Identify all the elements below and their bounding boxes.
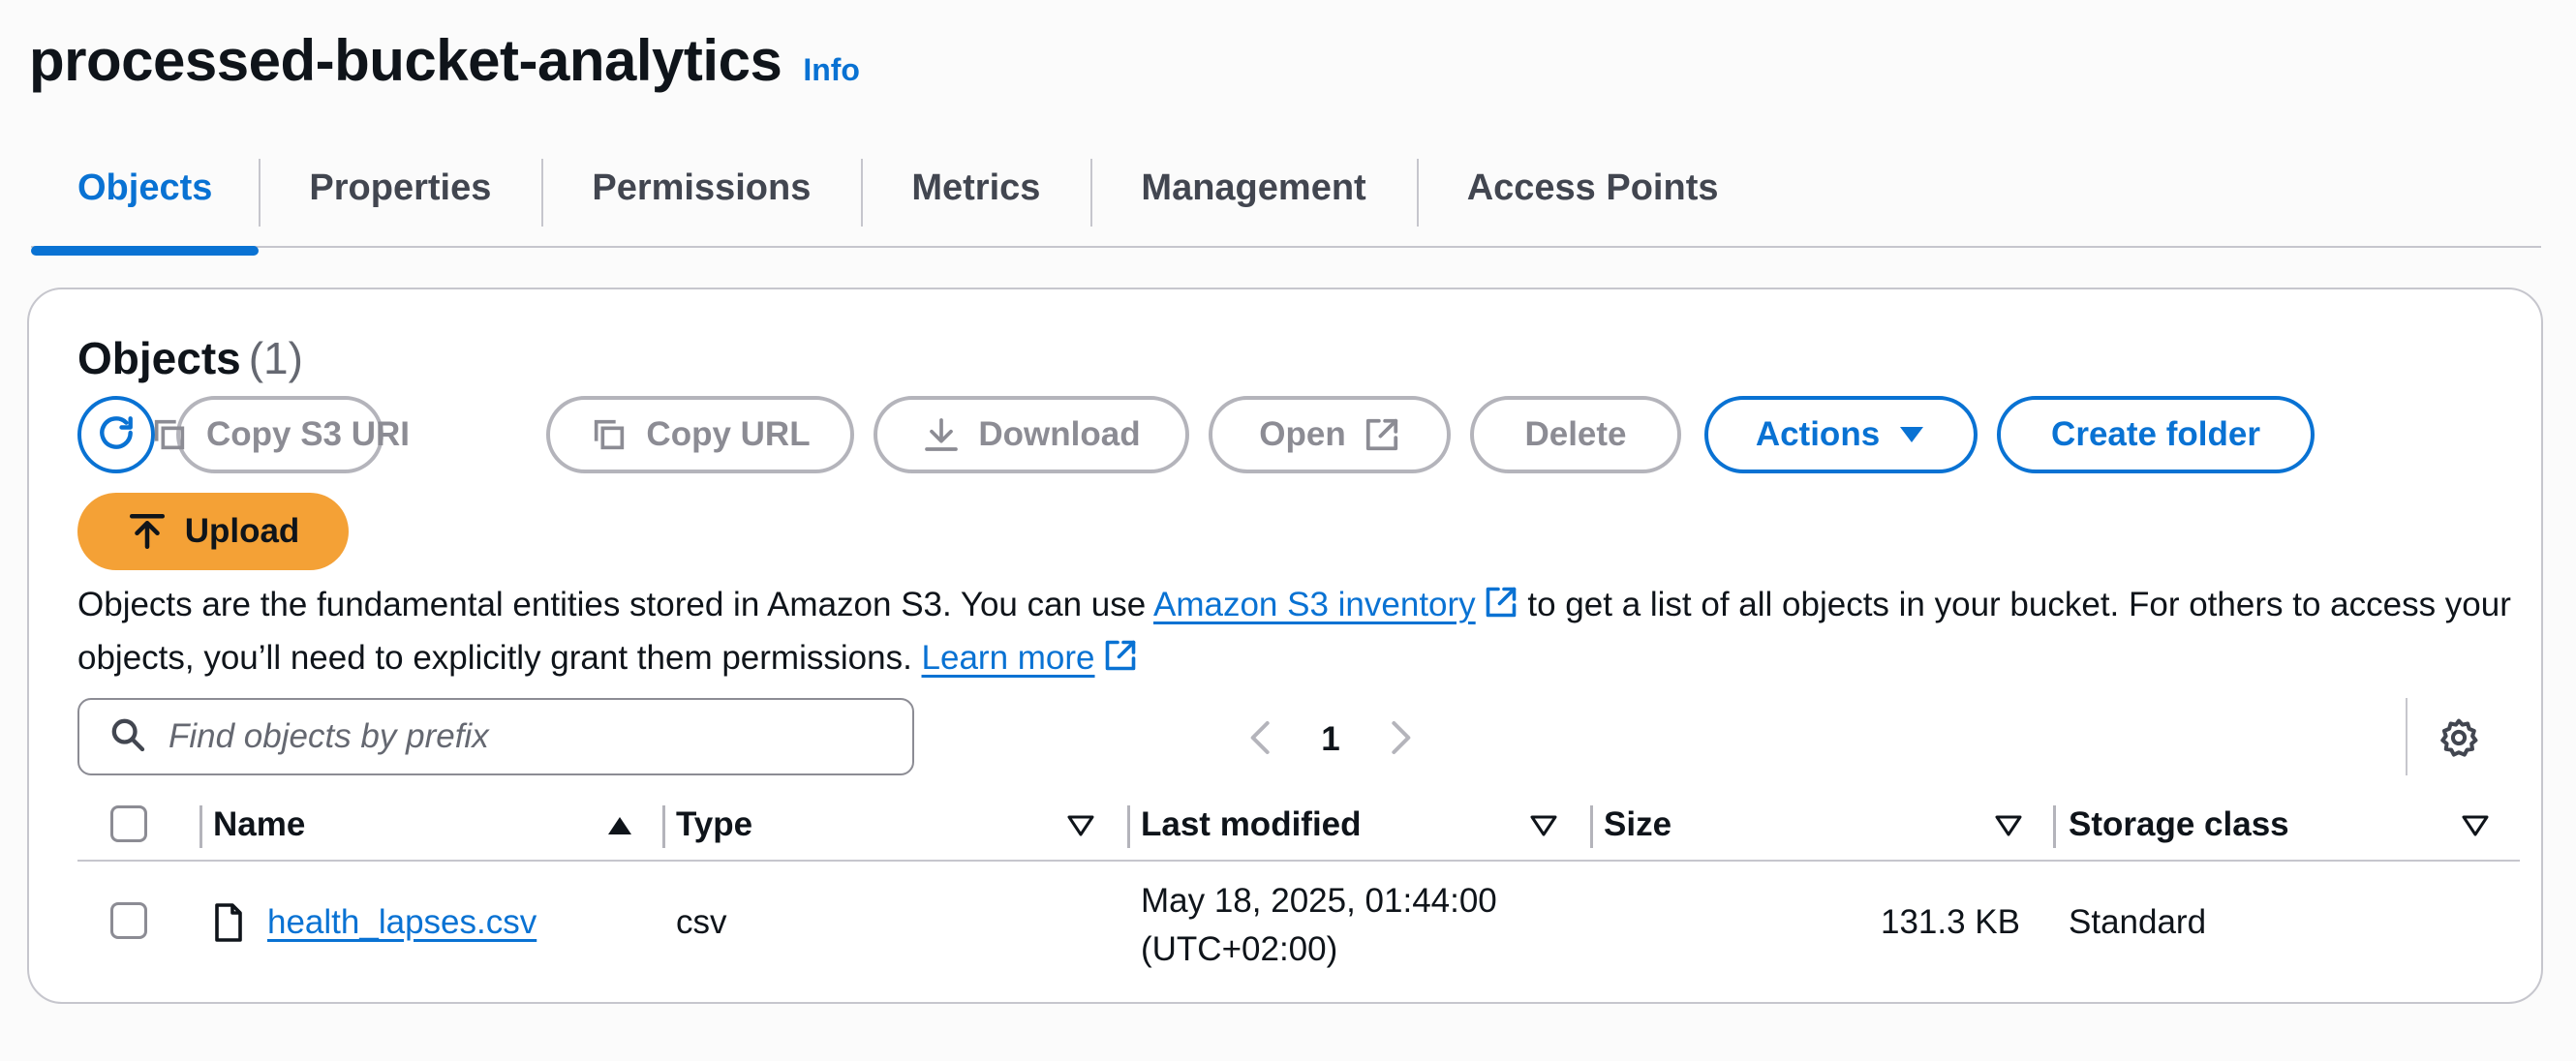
open-label: Open <box>1259 415 1346 453</box>
row-checkbox[interactable] <box>110 902 147 939</box>
tab-label: Management <box>1141 167 1366 208</box>
copy-s3-uri-label: Copy S3 URI <box>205 415 411 453</box>
column-header-last-modified[interactable]: Last modified <box>1141 788 1362 862</box>
sort-ascending-icon[interactable] <box>606 815 633 841</box>
object-storage-class-cell: Standard <box>2069 903 2207 941</box>
objects-panel: Objects (1) Copy S3 URI Copy URL Downloa… <box>27 288 2543 1004</box>
refresh-button[interactable] <box>77 396 155 473</box>
sort-descending-icon[interactable] <box>2462 815 2489 841</box>
object-name-link[interactable]: health_lapses.csv <box>267 903 537 942</box>
object-name-cell: health_lapses.csv <box>213 898 537 947</box>
pagination-divider <box>2406 698 2407 775</box>
chevron-right-icon <box>1386 718 1415 762</box>
tab-objects[interactable]: Objects <box>31 155 260 256</box>
last-modified-date: May 18, 2025, 01:44:00 <box>1141 882 1497 920</box>
copy-url-button[interactable]: Copy URL <box>546 396 854 473</box>
create-folder-label: Create folder <box>2051 415 2260 453</box>
column-divider <box>199 805 202 848</box>
external-link-icon <box>1364 416 1400 453</box>
delete-label: Delete <box>1524 415 1627 453</box>
next-page-button[interactable] <box>1371 711 1429 769</box>
open-button[interactable]: Open <box>1209 396 1451 473</box>
copy-icon <box>590 415 629 454</box>
search-field <box>77 698 914 775</box>
table-header: Name Type Last modified Size Storage cla… <box>77 788 2520 862</box>
copy-icon <box>150 415 189 454</box>
download-button[interactable]: Download <box>874 396 1189 473</box>
tab-label: Metrics <box>911 167 1041 208</box>
column-header-storage-class[interactable]: Storage class <box>2069 788 2289 862</box>
tab-access-points[interactable]: Access Points <box>1416 155 1769 248</box>
info-link[interactable]: Info <box>803 52 860 88</box>
learn-more-link-label: Learn more <box>921 639 1095 677</box>
tab-label: Properties <box>309 167 492 208</box>
table-settings-button[interactable] <box>2435 715 2483 764</box>
tab-label: Objects <box>77 167 213 208</box>
objects-heading-label: Objects <box>77 333 241 383</box>
column-divider[interactable] <box>1590 805 1593 848</box>
tab-bar: Objects Properties Permissions Metrics M… <box>31 155 2541 256</box>
create-folder-button[interactable]: Create folder <box>1997 396 2315 473</box>
tab-label: Access Points <box>1466 167 1719 208</box>
previous-page-button[interactable] <box>1232 711 1290 769</box>
column-divider[interactable] <box>2053 805 2056 848</box>
pagination: 1 <box>1232 701 1429 778</box>
table-row: health_lapses.csv csv May 18, 2025, 01:4… <box>77 864 2520 989</box>
file-icon <box>213 902 244 943</box>
column-header-name[interactable]: Name <box>213 788 305 862</box>
select-all-checkbox[interactable] <box>110 805 147 842</box>
caret-down-icon <box>1897 423 1926 446</box>
column-header-size[interactable]: Size <box>1604 788 1671 862</box>
s3-inventory-link[interactable]: Amazon S3 inventory <box>1153 586 1476 623</box>
tab-metrics[interactable]: Metrics <box>861 155 1090 248</box>
sort-descending-icon[interactable] <box>1995 815 2022 841</box>
sort-descending-icon[interactable] <box>1067 815 1094 841</box>
column-divider[interactable] <box>662 805 665 848</box>
learn-more-link[interactable]: Learn more <box>922 639 1095 677</box>
page-number[interactable]: 1 <box>1290 720 1371 759</box>
download-icon <box>922 415 961 454</box>
gear-icon <box>2438 716 2480 764</box>
sort-descending-icon[interactable] <box>1530 815 1557 841</box>
chevron-left-icon <box>1246 718 1275 762</box>
page-title: processed-bucket-analytics <box>29 28 782 93</box>
actions-label: Actions <box>1755 415 1881 453</box>
tab-label: Permissions <box>592 167 812 208</box>
page: processed-bucket-analytics Info Objects … <box>0 0 2576 1061</box>
description-text: Objects are the fundamental entities sto… <box>77 586 1153 623</box>
object-type-cell: csv <box>676 903 727 941</box>
tab-permissions[interactable]: Permissions <box>541 155 861 248</box>
upload-button[interactable]: Upload <box>77 493 349 570</box>
search-icon <box>108 715 147 759</box>
actions-dropdown-button[interactable]: Actions <box>1704 396 1978 473</box>
objects-count: (1) <box>248 333 303 383</box>
refresh-icon <box>95 411 138 459</box>
copy-url-label: Copy URL <box>646 415 811 453</box>
external-link-icon <box>1103 637 1138 686</box>
s3-inventory-link-label: Amazon S3 inventory <box>1153 586 1476 623</box>
upload-label: Upload <box>184 512 300 550</box>
column-divider[interactable] <box>1127 805 1130 848</box>
column-header-type[interactable]: Type <box>676 788 752 862</box>
tab-management[interactable]: Management <box>1090 155 1416 248</box>
tab-properties[interactable]: Properties <box>259 155 541 248</box>
search-input[interactable] <box>169 717 905 756</box>
objects-description: Objects are the fundamental entities sto… <box>77 580 2518 686</box>
delete-button[interactable]: Delete <box>1470 396 1681 473</box>
objects-heading: Objects (1) <box>77 332 303 384</box>
object-last-modified-cell: May 18, 2025, 01:44:00 (UTC+02:00) <box>1141 877 1497 974</box>
download-label: Download <box>978 415 1141 453</box>
page-header: processed-bucket-analytics Info <box>29 27 860 94</box>
object-size-cell: 131.3 KB <box>1881 903 2020 941</box>
external-link-icon <box>1484 584 1518 633</box>
copy-s3-uri-button[interactable]: Copy S3 URI <box>154 396 410 473</box>
last-modified-timezone: (UTC+02:00) <box>1141 930 1338 968</box>
upload-icon <box>127 511 168 552</box>
